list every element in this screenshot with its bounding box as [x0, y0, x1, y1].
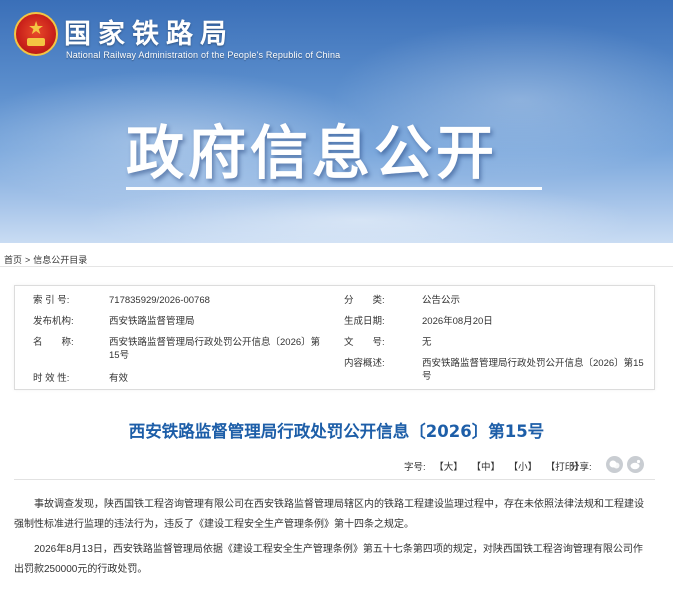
info-table: 索 引 号: 717835929/2026-00768 分 类: 公告公示 发布… — [14, 285, 655, 390]
divider — [0, 266, 673, 267]
site-subtitle: National Railway Administration of the P… — [66, 50, 341, 60]
breadcrumb-separator: > — [25, 255, 31, 265]
star-icon: ★ — [28, 18, 45, 39]
docno-label: 文 号: — [344, 337, 385, 348]
index-label: 索 引 号: — [33, 295, 70, 306]
publisher-value: 西安铁路监督管理局 — [109, 316, 195, 327]
article-paragraph: 2026年8月13日，西安铁路监督管理局依据《建设工程安全生产管理条例》第五十七… — [14, 544, 643, 575]
category-value: 公告公示 — [422, 295, 461, 306]
font-size-label: 字号: — [404, 462, 426, 473]
gate-icon — [27, 38, 45, 46]
font-size-toolbar: 字号: 【大】 【中】 【小】 【打印】 — [404, 459, 590, 473]
breadcrumb-home-link[interactable]: 首页 — [4, 255, 22, 265]
banner-underline — [126, 187, 542, 190]
validity-value: 有效 — [109, 373, 129, 384]
name-value: 西安铁路监督管理局行政处罚公开信息〔2026〕第15号 — [109, 337, 321, 361]
summary-value: 西安铁路监督管理局行政处罚公开信息〔2026〕第15号 — [422, 358, 644, 382]
font-medium-button[interactable]: 【中】 — [471, 462, 500, 473]
date-label: 生成日期: — [344, 316, 385, 327]
header-banner: ★ 国家铁路局 National Railway Administration … — [0, 0, 673, 243]
divider — [14, 479, 655, 480]
breadcrumb: 首页 > 信息公开目录 — [4, 253, 87, 266]
national-emblem-icon: ★ — [14, 12, 58, 56]
date-value: 2026年08月20日 — [422, 316, 493, 327]
docno-value: 无 — [422, 337, 432, 348]
category-label: 分 类: — [344, 295, 385, 306]
summary-label: 内容概述: — [344, 358, 385, 369]
breadcrumb-current-link[interactable]: 信息公开目录 — [33, 255, 87, 265]
publisher-label: 发布机构: — [33, 316, 74, 327]
wechat-icon[interactable] — [606, 456, 623, 473]
weibo-icon[interactable] — [627, 456, 644, 473]
font-small-button[interactable]: 【小】 — [509, 462, 538, 473]
banner-title: 政府信息公开 — [126, 119, 499, 187]
article-title: 西安铁路监督管理局行政处罚公开信息〔2026〕第15号 — [128, 422, 545, 441]
font-large-button[interactable]: 【大】 — [434, 462, 463, 473]
name-label: 名 称: — [33, 337, 74, 348]
share-label: 分享: — [570, 462, 592, 473]
article-paragraph: 事故调查发现，陕西国铁工程咨询管理有限公司在西安铁路监督管理局辖区内的铁路工程建… — [14, 499, 644, 530]
index-value: 717835929/2026-00768 — [109, 295, 210, 306]
validity-label: 时 效 性: — [33, 373, 70, 384]
site-title[interactable]: 国家铁路局 — [64, 12, 234, 51]
